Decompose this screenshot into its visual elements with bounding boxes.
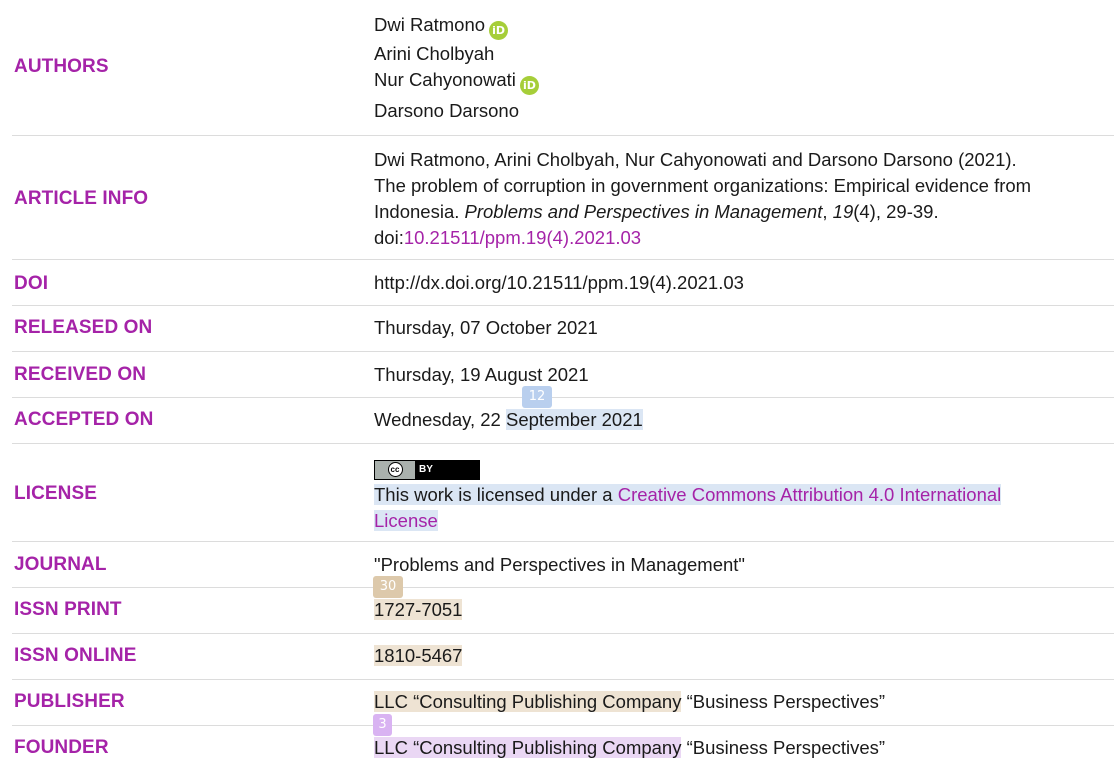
released-on-value: Thursday, 07 October 2021: [374, 317, 598, 338]
license-link[interactable]: License: [374, 509, 438, 531]
license-label: LICENSE: [14, 483, 98, 504]
author-item: Darsono Darsono: [374, 96, 1114, 125]
issn-print-value: 1727-7051: [374, 599, 463, 620]
orcid-icon[interactable]: iD: [489, 21, 509, 40]
author-item: Nur Cahyonowati iD: [374, 65, 1114, 95]
doi-row: DOI http://dx.doi.org/10.21511/ppm.19(4)…: [12, 260, 1114, 306]
released-on-label: RELEASED ON: [14, 317, 153, 338]
orcid-icon[interactable]: iD: [519, 76, 539, 95]
journal-row: JOURNAL "Problems and Perspectives in Ma…: [12, 542, 1114, 588]
released-on-row: RELEASED ON Thursday, 07 October 2021: [12, 306, 1114, 352]
journal-value: "Problems and Perspectives in Management…: [374, 554, 745, 575]
doi-link[interactable]: 10.21511/ppm.19(4).2021.03: [404, 227, 641, 248]
publisher-label: PUBLISHER: [14, 691, 125, 712]
highlighted-text: September 2021: [505, 409, 643, 430]
doi-value[interactable]: http://dx.doi.org/10.21511/ppm.19(4).202…: [374, 270, 1114, 296]
author-name[interactable]: Arini Cholbyah: [374, 43, 494, 64]
founder-value: LLC “Consulting Publishing Company “Busi…: [374, 737, 886, 758]
received-on-label: RECEIVED ON: [14, 364, 147, 385]
publisher-row: PUBLISHER LLC “Consulting Publishing Com…: [12, 680, 1114, 726]
authors-label: AUTHORS: [14, 56, 109, 77]
journal-label: JOURNAL: [14, 554, 107, 575]
author-item: Dwi Ratmono iD: [374, 10, 1114, 40]
author-name[interactable]: Darsono Darsono: [374, 100, 519, 121]
authors-row: AUTHORS Dwi Ratmono iD Arini Cholbyah Nur…: [12, 0, 1114, 136]
article-info-row: ARTICLE INFO Dwi Ratmono, Arini Cholbyah…: [12, 136, 1114, 260]
license-row: LICENSE cc BY This work is licensed unde…: [12, 444, 1114, 542]
license-link[interactable]: Creative Commons Attribution 4.0 Interna…: [617, 483, 1002, 505]
author-name[interactable]: Nur Cahyonowati: [374, 69, 516, 90]
issn-online-row: ISSN ONLINE 1810-5467: [12, 634, 1114, 680]
journal-title-italic: Problems and Perspectives in Management: [464, 201, 823, 222]
annotation-marker[interactable]: 12: [522, 386, 552, 408]
author-item: Arini Cholbyah: [374, 39, 1114, 68]
license-value: cc BY This work is licensed under a Crea…: [374, 453, 1114, 534]
accepted-on-label: ACCEPTED ON: [14, 409, 154, 430]
citation-line: doi:10.21511/ppm.19(4).2021.03: [374, 227, 642, 248]
article-info-label: ARTICLE INFO: [14, 188, 149, 209]
volume-italic: 19: [832, 201, 854, 222]
cc-by-license-icon[interactable]: cc BY: [374, 459, 480, 480]
accepted-on-row: ACCEPTED ON Wednesday, 22 September 2021: [12, 398, 1114, 444]
founder-row: FOUNDER LLC “Consulting Publishing Compa…: [12, 726, 1114, 764]
issn-print-label: ISSN PRINT: [14, 599, 122, 620]
citation-line: Dwi Ratmono, Arini Cholbyah, Nur Cahyono…: [374, 149, 1017, 170]
issn-print-row: ISSN PRINT 1727-7051: [12, 588, 1114, 634]
authors-list: Dwi Ratmono iD Arini Cholbyah Nur Cahyono…: [374, 10, 1114, 125]
citation-line: Indonesia. Problems and Perspectives in …: [374, 201, 939, 222]
accepted-on-value: Wednesday, 22 September 2021: [374, 409, 643, 430]
annotation-marker[interactable]: 30: [373, 576, 403, 598]
received-on-row: RECEIVED ON Thursday, 19 August 2021: [12, 352, 1114, 398]
issn-online-value: 1810-5467: [374, 645, 463, 666]
citation-line: The problem of corruption in government …: [374, 175, 1032, 196]
doi-label: DOI: [14, 273, 49, 294]
annotation-marker[interactable]: 3: [373, 714, 392, 736]
publisher-value: LLC “Consulting Publishing Company “Busi…: [374, 691, 886, 712]
license-text: This work is licensed under a Creative C…: [374, 483, 1002, 531]
received-on-value: Thursday, 19 August 2021: [374, 364, 589, 385]
issn-online-label: ISSN ONLINE: [14, 645, 137, 666]
author-name[interactable]: Dwi Ratmono: [374, 14, 485, 35]
article-info-citation: Dwi Ratmono, Arini Cholbyah, Nur Cahyono…: [374, 147, 1114, 251]
founder-label: FOUNDER: [14, 737, 109, 758]
